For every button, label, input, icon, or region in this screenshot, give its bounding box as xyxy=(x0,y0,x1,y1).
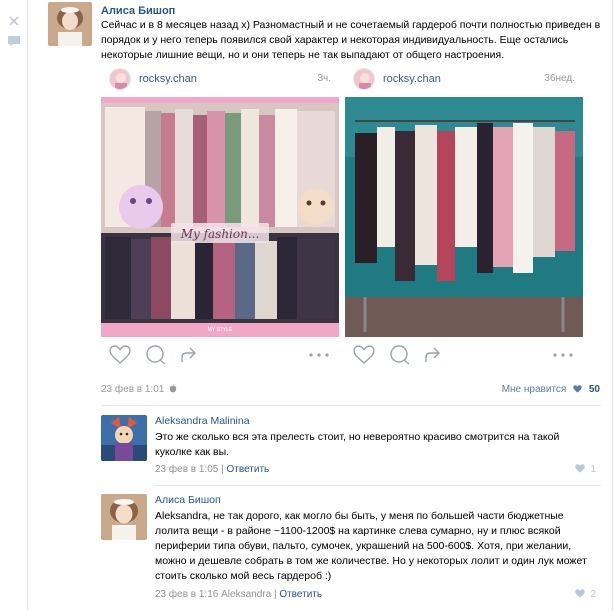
comment-avatar-malinina[interactable] xyxy=(101,415,147,461)
divider xyxy=(101,405,601,406)
comment-like[interactable]: 1 xyxy=(574,464,596,475)
post-author-avatar[interactable] xyxy=(48,2,92,46)
comment-meta: 23 фев в 1:16 Aleksandra | Ответить xyxy=(155,589,322,600)
reply-to-link[interactable]: Aleksandra xyxy=(221,589,271,600)
wardrobe-collage-photo[interactable]: My fashion... MY STYLE xyxy=(101,97,339,337)
comment-bubble-icon[interactable] xyxy=(389,345,411,365)
instagram-time: 36нед. xyxy=(544,73,575,84)
instagram-avatar[interactable] xyxy=(109,68,131,90)
more-icon[interactable] xyxy=(553,353,573,357)
post-container: Алиса Бишоп Сейчас и в 8 месяцев назад x… xyxy=(28,0,613,611)
comment-bubble-icon[interactable] xyxy=(145,345,167,365)
comment-text: Aleksandra, не так дорого, как могло бы … xyxy=(155,510,587,582)
collage-footer-text: MY STYLE xyxy=(208,327,233,333)
share-arrow-icon[interactable] xyxy=(423,345,445,365)
left-sidebar xyxy=(0,0,28,611)
comment-author[interactable]: Aleksandra Malinina xyxy=(155,415,250,427)
collage-caption: My fashion... xyxy=(180,227,260,241)
instagram-header: rocksy.chan 36нед. xyxy=(345,65,583,95)
comment-date[interactable]: 23 фев в 1:05 xyxy=(155,464,218,475)
instagram-avatar[interactable] xyxy=(353,68,375,90)
heart-icon[interactable] xyxy=(109,345,131,365)
instagram-time: 3ч. xyxy=(317,73,331,84)
heart-icon[interactable] xyxy=(574,464,585,473)
post-likes[interactable]: Мне нравится 50 xyxy=(502,384,600,395)
reply-button[interactable]: Ответить xyxy=(279,589,322,600)
comment-date[interactable]: 23 фев в 1:16 xyxy=(155,589,218,600)
meta-separator: | xyxy=(273,589,277,600)
comment-icon[interactable] xyxy=(8,36,20,46)
heart-icon[interactable] xyxy=(574,589,585,598)
instagram-username[interactable]: rocksy.chan xyxy=(383,73,441,85)
instagram-header: rocksy.chan 3ч. xyxy=(101,65,339,95)
likes-count: 50 xyxy=(588,384,600,395)
instagram-username[interactable]: rocksy.chan xyxy=(139,73,197,85)
comment-author[interactable]: Алиса Бишоп xyxy=(155,494,221,506)
more-icon[interactable] xyxy=(309,353,329,357)
heart-icon[interactable] xyxy=(353,345,375,365)
comment-meta: 23 фев в 1:05 | Ответить xyxy=(155,464,269,475)
instagram-embed-1[interactable]: rocksy.chan 3ч. My fashion... MY STYLE xyxy=(101,65,339,375)
post-date-text[interactable]: 23 фев в 1:01 xyxy=(101,384,164,395)
instagram-actions xyxy=(101,341,339,369)
post-author-name[interactable]: Алиса Бишоп xyxy=(101,5,175,17)
post-text: Сейчас и в 8 месяцев назад x) Разномастн… xyxy=(101,19,601,61)
meta-separator: | xyxy=(221,464,224,475)
apple-icon xyxy=(169,384,177,393)
instagram-embed-2[interactable]: rocksy.chan 36нед. xyxy=(345,65,583,375)
likes-label[interactable]: Мне нравится xyxy=(502,384,567,395)
clothes-rack-photo[interactable] xyxy=(345,97,583,337)
comment-text: Это же сколько вся эта прелесть стоит, н… xyxy=(155,431,560,458)
heart-filled-icon xyxy=(573,385,582,393)
divider xyxy=(155,485,601,486)
post-date[interactable]: 23 фев в 1:01 xyxy=(101,384,177,395)
comment-like-count: 2 xyxy=(590,589,596,600)
comment-like-count: 1 xyxy=(590,464,596,475)
close-icon[interactable] xyxy=(8,16,20,26)
instagram-actions xyxy=(345,341,583,369)
comment-like[interactable]: 2 xyxy=(574,589,596,600)
comment-avatar-bishop[interactable] xyxy=(101,494,147,540)
reply-button[interactable]: Ответить xyxy=(227,464,270,475)
share-arrow-icon[interactable] xyxy=(179,345,201,365)
